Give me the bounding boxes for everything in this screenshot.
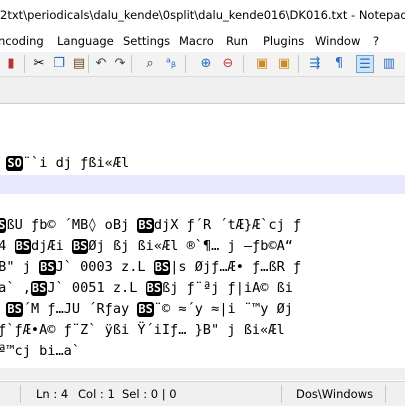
editor-line[interactable]: BSßU ƒb© ´MB◊ oBj BSdjX ƒ´R ´tÆ}Æ`cj ƒ bbox=[0, 216, 405, 235]
toolbar-separator bbox=[243, 55, 244, 73]
menu-bar: ncoding Language Settings Macro Run Plug… bbox=[0, 30, 405, 52]
control-char-badge: BS bbox=[153, 260, 171, 275]
line-text: djÆi bbox=[31, 238, 72, 254]
sync-horizontal-icon[interactable]: ▣ bbox=[275, 55, 293, 73]
zoom-out-icon[interactable]: ⊖ bbox=[219, 55, 237, 73]
line-text: ßj ƒ¨ªj ƒ|iA© ßi bbox=[162, 280, 293, 296]
window-title: f2txt\periodicals\dalu_kende\0split\dalu… bbox=[0, 8, 405, 22]
status-bar: Ln : 4 Col : 1 Sel : 0 | 0 Dos\Windows bbox=[0, 381, 405, 406]
toolbar-separator bbox=[185, 55, 186, 73]
editor-line[interactable]: Aª™cj bi…a` bbox=[0, 342, 405, 361]
toolbar-separator bbox=[88, 55, 89, 73]
editor-line[interactable]: 4 BSdjÆi BSØj ßj ßi«Æl ®`¶… j –ƒb©A“ bbox=[0, 237, 405, 256]
line-text: J` 0003 z.L bbox=[55, 259, 154, 275]
editor-line[interactable]: ' BS´M ƒ…JU ´Rƒay BS¨© ≈´y ≈|i ¨™y Øj bbox=[0, 300, 405, 319]
menu-language[interactable]: Language bbox=[57, 30, 114, 52]
toolbar: ▮ ✂ ❐ ▤ ↶ ↷ ⌕ ᵃᵦ ⊕ ⊖ ▣ ▣ ⇶ ¶ ☰ ▥ bbox=[0, 52, 405, 77]
status-line: Ln : 4 bbox=[36, 387, 69, 401]
horizontal-scrollbar[interactable] bbox=[0, 368, 405, 380]
control-char-badge: BS bbox=[6, 302, 23, 317]
menu-settings[interactable]: Settings bbox=[123, 30, 170, 52]
zoom-in-icon[interactable]: ⊕ bbox=[197, 55, 215, 73]
line-text: .ƒ`ƒÆ•A© ƒ¨Z` ÿßi Ÿ´iIƒ… }B" j ßi«Æl bbox=[0, 322, 285, 338]
control-char-badge: BS bbox=[71, 239, 89, 254]
editor-line[interactable]: .ƒ`ƒÆ•A© ƒ¨Z` ÿßi Ÿ´iIƒ… }B" j ßi«Æl bbox=[0, 321, 405, 340]
line-text: J` 0051 z.L bbox=[47, 280, 146, 296]
control-char-badge: BS bbox=[14, 239, 32, 254]
editor-line[interactable]: …a` ,BSJ` 0051 z.L BSßj ƒ¨ªj ƒ|iA© ßi bbox=[0, 279, 405, 298]
control-char-badge: SO bbox=[6, 156, 23, 171]
line-text: …a` , bbox=[0, 280, 31, 296]
sync-vertical-icon[interactable]: ▣ bbox=[253, 55, 271, 73]
line-text: ßU ƒb© ´MB◊ oBj bbox=[6, 217, 138, 233]
indent-guide-icon[interactable]: ☰ bbox=[356, 55, 374, 73]
menu-help[interactable]: ? bbox=[373, 30, 379, 52]
line-text: 4 bbox=[0, 238, 7, 254]
title-bar: f2txt\periodicals\dalu_kende\0split\dalu… bbox=[0, 0, 405, 30]
menu-run[interactable]: Run bbox=[226, 30, 248, 52]
tab-bar bbox=[0, 77, 405, 104]
line-text: |s Øjƒ…Æ• ƒ…ßR ƒ bbox=[170, 259, 302, 275]
editor-line[interactable]: ' bbox=[0, 195, 405, 214]
menu-plugins[interactable]: Plugins bbox=[263, 30, 304, 52]
undo-icon[interactable]: ↶ bbox=[92, 55, 110, 73]
menu-macro[interactable]: Macro bbox=[179, 30, 214, 52]
line-text: ¨`i dj ƒßi«Æl bbox=[22, 155, 130, 171]
editor-line[interactable]: ' bbox=[0, 133, 405, 152]
toolbar-separator bbox=[298, 55, 299, 73]
status-column: Col : 1 bbox=[78, 387, 115, 401]
line-text: Aª™cj bi…a` bbox=[0, 343, 81, 359]
editor-text-area[interactable]: '© SO¨`i dj ƒßi«Æl'BSßU ƒb© ´MB◊ oBj BSd… bbox=[0, 104, 405, 380]
find-icon[interactable]: ⌕ bbox=[141, 55, 159, 73]
status-divider bbox=[385, 385, 386, 403]
cut-icon[interactable]: ✂ bbox=[30, 55, 48, 73]
copy-icon[interactable]: ❐ bbox=[50, 55, 68, 73]
control-char-badge: BS bbox=[30, 281, 48, 296]
toolbar-separator bbox=[131, 55, 132, 73]
editor-line[interactable] bbox=[0, 175, 405, 194]
document-map-icon[interactable]: ▥ bbox=[380, 55, 398, 73]
line-text: Øj ßj ßi«Æl ®`¶… j –ƒb©A“ bbox=[88, 238, 293, 254]
status-divider bbox=[281, 385, 282, 403]
show-all-chars-icon[interactable]: ¶ bbox=[330, 55, 348, 73]
control-char-badge: BS bbox=[137, 218, 154, 233]
status-eol-format: Dos\Windows bbox=[296, 387, 374, 401]
replace-icon[interactable]: ᵃᵦ bbox=[162, 55, 180, 73]
toolbar-separator bbox=[24, 55, 25, 73]
line-text: ´M ƒ…JU ´Rƒay bbox=[22, 301, 138, 317]
editor-line[interactable] bbox=[0, 112, 405, 131]
menu-encoding[interactable]: ncoding bbox=[0, 30, 44, 52]
redo-icon[interactable]: ↷ bbox=[111, 55, 129, 73]
status-divider bbox=[20, 385, 21, 403]
paste-icon[interactable]: ▤ bbox=[70, 55, 88, 73]
line-text: }B" j bbox=[0, 259, 31, 275]
word-wrap-icon[interactable]: ⇶ bbox=[306, 55, 324, 73]
close-icon[interactable]: ▮ bbox=[2, 55, 20, 73]
control-char-badge: BS bbox=[137, 302, 154, 317]
line-text: djX ƒ´R ´tÆ}Æ`cj ƒ bbox=[153, 217, 302, 233]
status-selection: Sel : 0 | 0 bbox=[122, 387, 177, 401]
menu-window[interactable]: Window bbox=[315, 30, 360, 52]
control-char-badge: BS bbox=[39, 260, 56, 275]
control-char-badge: BS bbox=[145, 281, 163, 296]
line-text: ¨© ≈´y ≈|i ¨™y Øj bbox=[153, 301, 293, 317]
editor-line[interactable]: }B" j BSJ` 0003 z.L BS|s Øjƒ…Æ• ƒ…ßR ƒ bbox=[0, 258, 405, 277]
editor-line[interactable]: © SO¨`i dj ƒßi«Æl bbox=[0, 154, 405, 173]
